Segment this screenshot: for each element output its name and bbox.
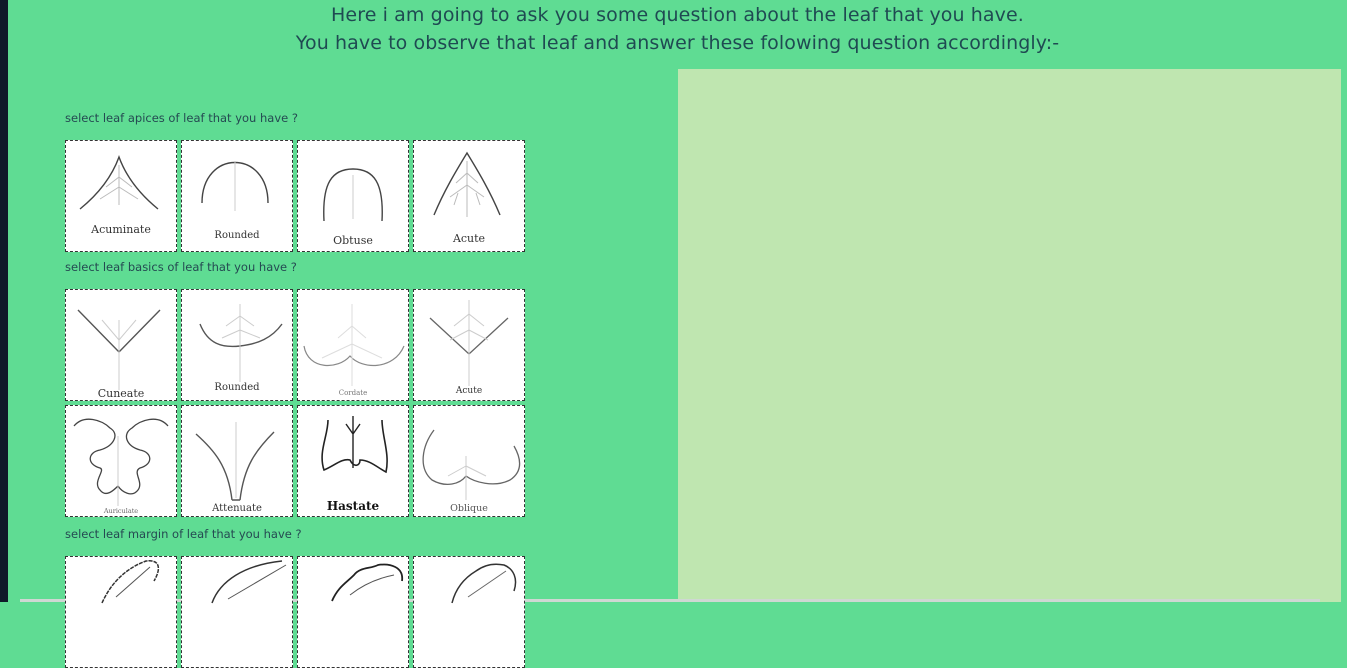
margin-options xyxy=(65,556,525,668)
crenate-leaf-margin-icon xyxy=(451,563,517,604)
base-option-acute[interactable]: Acute xyxy=(413,289,525,401)
cordate-base-icon xyxy=(303,304,405,386)
result-panel xyxy=(678,69,1341,602)
attenuate-base-icon xyxy=(195,422,275,501)
right-edge xyxy=(1341,69,1347,602)
apex-caption-obtuse: Obtuse xyxy=(333,234,373,247)
auriculate-base-icon xyxy=(73,418,169,506)
base-caption-cuneate: Cuneate xyxy=(97,387,145,400)
margin-option-1[interactable] xyxy=(65,556,177,668)
apex-option-acute[interactable]: Acute xyxy=(413,140,525,252)
margin-option-4[interactable] xyxy=(413,556,525,668)
base-option-auriculate[interactable]: Auriculate xyxy=(65,405,177,517)
apex-option-acuminate[interactable]: Acuminate xyxy=(65,140,177,252)
apices-options: Acuminate Rounded Obtuse Acute xyxy=(65,140,525,252)
cuneate-base-icon xyxy=(77,309,161,390)
margin-question-label: select leaf margin of leaf that you have… xyxy=(65,527,302,541)
base-caption-hastate: Hastate xyxy=(326,499,380,513)
base-caption-acute: Acute xyxy=(455,386,483,396)
apices-question-label: select leaf apices of leaf that you have… xyxy=(65,111,298,125)
base-option-oblique[interactable]: Oblique xyxy=(413,405,525,517)
apex-option-rounded[interactable]: Rounded xyxy=(181,140,293,252)
entire-leaf-margin-icon xyxy=(211,560,287,604)
base-option-hastate[interactable]: Hastate xyxy=(297,405,409,517)
undulate-leaf-margin-icon xyxy=(331,563,403,602)
page-header: Here i am going to ask you some question… xyxy=(8,0,1347,70)
apex-option-obtuse[interactable]: Obtuse xyxy=(297,140,409,252)
apex-caption-acuminate: Acuminate xyxy=(91,223,151,236)
margin-option-3[interactable] xyxy=(297,556,409,668)
serrate-leaf-margin-icon xyxy=(101,560,160,604)
base-option-cuneate[interactable]: Cuneate xyxy=(65,289,177,401)
acute-base-icon xyxy=(429,300,509,386)
basics-question-label: select leaf basics of leaf that you have… xyxy=(65,260,297,274)
apex-caption-acute: Acute xyxy=(452,232,486,245)
base-caption-oblique: Oblique xyxy=(450,503,488,514)
oblique-base-icon xyxy=(422,429,521,500)
base-caption-auriculate: Auriculate xyxy=(103,507,139,515)
apex-caption-rounded: Rounded xyxy=(214,230,260,241)
margin-option-2[interactable] xyxy=(181,556,293,668)
base-caption-cordate: Cordate xyxy=(338,389,368,397)
left-dark-strip xyxy=(0,0,8,602)
base-caption-rounded: Rounded xyxy=(214,382,260,393)
base-option-attenuate[interactable]: Attenuate xyxy=(181,405,293,517)
header-line-1: Here i am going to ask you some question… xyxy=(331,4,1024,26)
base-option-rounded[interactable]: Rounded xyxy=(181,289,293,401)
base-caption-attenuate: Attenuate xyxy=(212,503,262,514)
basics-options: Cuneate Rounded Cordate Acute Auriculate xyxy=(65,289,525,517)
header-line-2: You have to observe that leaf and answer… xyxy=(295,32,1060,54)
base-option-cordate[interactable]: Cordate xyxy=(297,289,409,401)
